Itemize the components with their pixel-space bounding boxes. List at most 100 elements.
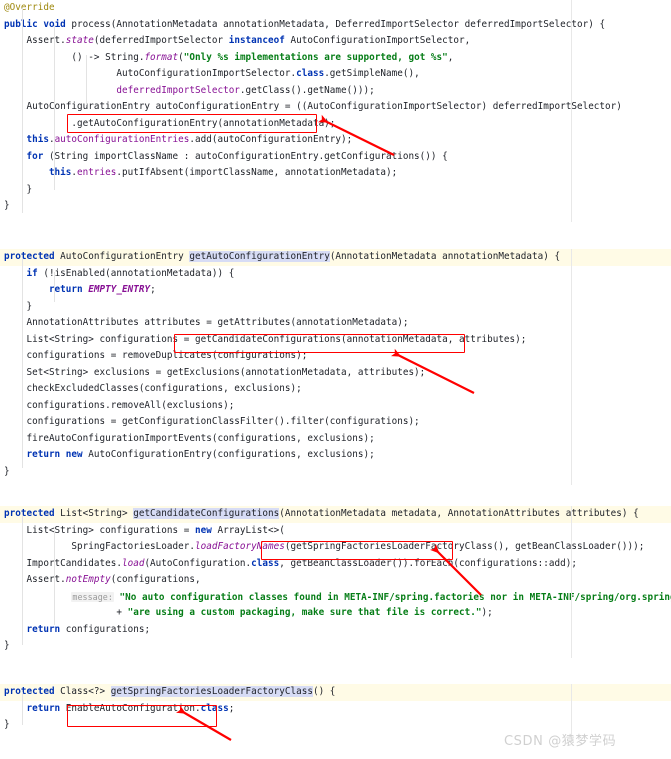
code-token: state: [65, 35, 94, 46]
code-token: List<String>: [60, 508, 134, 519]
code-token: }: [4, 465, 10, 477]
code-token: }: [4, 183, 33, 195]
box-get-candidate-configurations-call: [174, 334, 465, 353]
code-token: Class<?>: [60, 686, 111, 697]
indent-guide: [86, 55, 87, 105]
code-token: AutoConfigurationEntry: [60, 251, 190, 262]
code-token: .getClass().getName()));: [239, 84, 375, 96]
code-token: "are using a custom packaging, make sure…: [127, 607, 482, 618]
code-token: for: [26, 150, 49, 162]
code-token: ArrayList<>(: [217, 524, 285, 536]
code-token: Set<String> exclusions = getExclusions(a…: [4, 366, 426, 378]
code-token: .putIfAbsent(importClassName, annotation…: [116, 167, 398, 178]
code-token: checkExcludedClasses(configurations, exc…: [4, 383, 302, 394]
code-token: (deferredImportSelector: [93, 35, 229, 46]
code-token: fireAutoConfigurationImportEvents(config…: [4, 432, 375, 444]
code-token: }: [4, 200, 10, 211]
code-token: protected: [4, 251, 61, 262]
code-token: (AnnotationMetadata metadata, Annotation…: [279, 508, 639, 519]
code-token: void: [43, 18, 72, 30]
code-token: new: [194, 524, 218, 536]
indent-guide: [22, 692, 23, 725]
code-token: protected: [4, 686, 61, 697]
code-token: configurations.removeAll(exclusions);: [4, 399, 235, 411]
code-token: (!isEnabled(annotationMetadata)) {: [43, 267, 235, 279]
code-token: AutoConfigurationImportSelector.: [4, 68, 297, 79]
code-token: configurations;: [65, 623, 151, 635]
right-margin-rule: [571, 249, 572, 485]
code-token: (String importClassName : autoConfigurat…: [48, 150, 448, 162]
code-token: ;: [150, 284, 156, 295]
code-token: entries: [77, 167, 117, 178]
indent-guide: [22, 8, 23, 213]
code-token: EMPTY_ENTRY: [88, 284, 151, 295]
code-token: format: [144, 51, 179, 63]
code-token: public: [4, 18, 44, 30]
code-token: this: [48, 167, 72, 178]
code-token: AutoConfigurationEntry autoConfiguration…: [4, 101, 622, 112]
right-margin-rule: [571, 506, 572, 658]
code-token: message:: [71, 591, 114, 602]
code-token: new: [65, 449, 89, 460]
code-token: AutoConfigurationEntry(configurations, e…: [88, 449, 375, 460]
code-token: ,: [447, 51, 454, 63]
method-name-highlight: getAutoConfigurationEntry: [189, 251, 330, 262]
code-token: return: [26, 449, 66, 460]
box-get-auto-configuration-entry-call: [67, 114, 317, 133]
indent-guide: [22, 258, 23, 468]
code-token: AnnotationAttributes attributes = getAtt…: [4, 317, 409, 328]
method-name-highlight: getCandidateConfigurations: [133, 508, 280, 519]
csdn-watermark: CSDN @猿梦学码: [504, 734, 617, 749]
code-token: (AnnotationMetadata annotationMetadata) …: [329, 251, 561, 262]
code-token: () {: [312, 686, 336, 697]
code-token: instanceof: [228, 35, 291, 46]
code-token: this: [26, 134, 49, 145]
right-margin-rule: [571, 0, 572, 222]
code-token: (AutoConfiguration.: [144, 557, 252, 569]
indent-guide: [54, 25, 55, 190]
code-token: }: [4, 300, 33, 312]
method-name-highlight: getSpringFactoriesLoaderFactoryClass: [110, 686, 313, 697]
code-token: }: [4, 640, 10, 651]
code-token: process(AnnotationMetadata annotationMet…: [71, 18, 606, 30]
code-token: deferredImportSelector: [116, 84, 240, 96]
code-token: () -> String.: [4, 51, 145, 63]
code-token: .add(autoConfigurationEntry);: [189, 134, 353, 145]
code-token: (configurations,: [110, 574, 201, 585]
code-token: "No auto configuration classes found in …: [113, 591, 671, 603]
code-token: AutoConfigurationImportSelector,: [290, 35, 471, 46]
code-token: "Only %s implementations are supported, …: [183, 51, 448, 63]
code-token: load: [121, 557, 145, 569]
code-token: autoConfigurationEntries: [54, 134, 190, 145]
code-token: Assert.: [4, 574, 66, 585]
code-token: .getSimpleName(),: [324, 68, 420, 79]
code-token: if: [26, 267, 44, 279]
box-get-spring-factories-loader-factory-class-call: [261, 541, 453, 560]
code-token: protected: [4, 508, 61, 519]
code-token: notEmpty: [65, 574, 111, 585]
code-token: }: [4, 719, 10, 730]
code-token: );: [481, 607, 493, 618]
indent-guide: [54, 530, 55, 625]
code-token: class: [296, 68, 325, 79]
code-token: return: [26, 702, 66, 714]
code-token: return: [26, 623, 66, 635]
code-token: List<String> configurations =: [4, 524, 195, 536]
code-token: ;: [228, 702, 235, 714]
indent-guide: [54, 272, 55, 302]
code-token: configurations = getConfigurationClassFi…: [4, 416, 420, 427]
box-enable-auto-configuration-class: [67, 705, 217, 727]
indent-guide: [22, 515, 23, 645]
code-token: SpringFactoriesLoader.: [4, 541, 195, 552]
code-token: @Override: [4, 2, 55, 13]
